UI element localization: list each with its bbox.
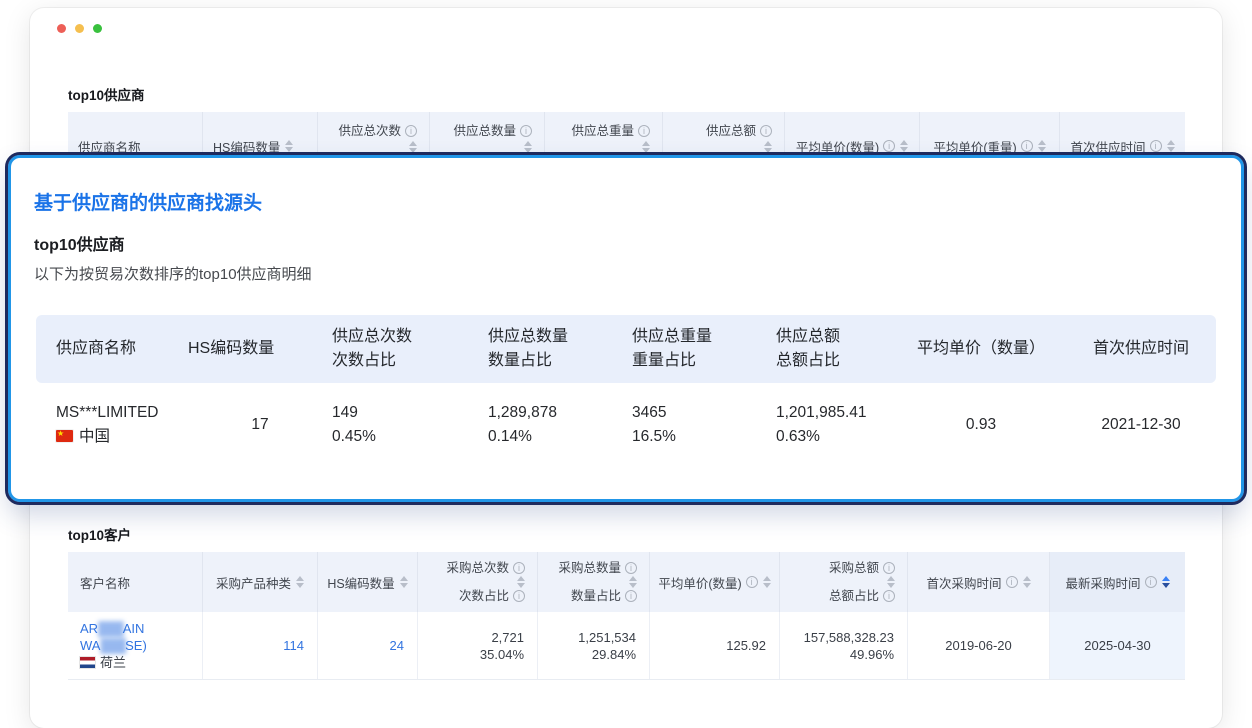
redacted-text: ███ <box>98 621 123 636</box>
sort-icon[interactable] <box>400 576 408 588</box>
info-icon[interactable] <box>625 590 637 602</box>
sort-icon[interactable] <box>1023 576 1031 588</box>
sort-icon[interactable] <box>1167 140 1175 152</box>
info-icon[interactable] <box>513 562 525 574</box>
sort-icon[interactable] <box>285 140 293 152</box>
sort-icon[interactable] <box>629 576 637 588</box>
purchase-times-cell: 2,721 35.04% <box>418 612 538 679</box>
sort-icon[interactable] <box>900 140 908 152</box>
hs-count-cell: 24 <box>318 612 418 679</box>
first-purchase-date-cell: 2019-06-20 <box>908 612 1050 679</box>
maximize-window-icon[interactable] <box>93 24 102 33</box>
sort-icon[interactable] <box>763 576 771 588</box>
sort-icon[interactable] <box>887 576 895 588</box>
product-types-value[interactable]: 114 <box>283 637 304 654</box>
supplier-country: 中国 <box>56 425 188 449</box>
info-icon[interactable] <box>1150 140 1162 152</box>
info-icon[interactable] <box>760 125 772 137</box>
window-controls <box>57 24 102 33</box>
sort-icon[interactable] <box>764 141 772 153</box>
latest-purchase-date-cell: 2025-04-30 <box>1050 612 1185 679</box>
sort-icon[interactable] <box>517 576 525 588</box>
info-icon[interactable] <box>1021 140 1033 152</box>
modal-section-title: top10供应商 <box>34 231 125 255</box>
col-supplier-name: 供应商名称 <box>36 315 188 383</box>
hs-count-cell: 17 <box>188 401 332 449</box>
close-window-icon[interactable] <box>57 24 66 33</box>
info-icon[interactable] <box>1145 576 1157 588</box>
col-avg-unit-price: 平均单价（数量） <box>896 315 1066 383</box>
info-icon[interactable] <box>625 562 637 574</box>
avg-unit-price-cell: 0.93 <box>896 401 1066 449</box>
info-icon[interactable] <box>513 590 525 602</box>
sort-icon[interactable] <box>296 576 304 588</box>
col-first-purchase-date[interactable]: 首次采购时间 <box>908 552 1050 612</box>
modal-table-header-row: 供应商名称 HS编码数量 供应总次数 次数占比 供应总数量 数量占比 供应总重量… <box>36 315 1216 383</box>
info-icon[interactable] <box>520 125 532 137</box>
col-purchase-quantity[interactable]: 采购总数量 数量占比 <box>538 552 650 612</box>
supplier-name-cell: MS***LIMITED 中国 <box>36 401 188 449</box>
col-product-types[interactable]: 采购产品种类 <box>203 552 318 612</box>
minimize-window-icon[interactable] <box>75 24 84 33</box>
redacted-text: ███ <box>100 638 125 653</box>
sort-icon-active[interactable] <box>1162 576 1170 588</box>
col-purchase-amount[interactable]: 采购总额 总额占比 <box>780 552 908 612</box>
customer-table-header-row: 客户名称 采购产品种类 HS编码数量 采购总次数 次数占比 采购总数量 <box>68 552 1185 612</box>
customer-name-link[interactable]: AR███AIN <box>80 620 202 637</box>
col-customer-name: 客户名称 <box>68 552 203 612</box>
col-hs-count: HS编码数量 <box>188 315 332 383</box>
first-supply-date-cell: 2021-12-30 <box>1066 401 1216 449</box>
customer-table-row: AR███AIN WA███SE) 荷兰 114 24 2,721 <box>68 612 1185 680</box>
supplier-section-title: top10供应商 <box>68 84 145 104</box>
customer-country: 荷兰 <box>80 654 202 671</box>
col-supply-quantity: 供应总数量 数量占比 <box>488 315 632 383</box>
col-purchase-times[interactable]: 采购总次数 次数占比 <box>418 552 538 612</box>
modal-table-row: MS***LIMITED 中国 17 149 0.45% 1,289,878 0… <box>36 401 1216 449</box>
netherlands-flag-icon <box>80 657 95 668</box>
col-latest-purchase-date[interactable]: 最新采购时间 <box>1050 552 1185 612</box>
purchase-amount-cell: 157,588,328.23 49.96% <box>780 612 908 679</box>
modal-description: 以下为按贸易次数排序的top10供应商明细 <box>34 263 312 284</box>
sort-icon[interactable] <box>1038 140 1046 152</box>
info-icon[interactable] <box>638 125 650 137</box>
info-icon[interactable] <box>746 576 758 588</box>
col-supply-amount: 供应总额 总额占比 <box>776 315 896 383</box>
col-avg-unit-price[interactable]: 平均单价(数量) <box>650 552 780 612</box>
sort-icon[interactable] <box>524 141 532 153</box>
china-flag-icon <box>56 430 73 442</box>
sort-icon[interactable] <box>409 141 417 153</box>
customer-section-title: top10客户 <box>68 524 131 544</box>
supply-amount-cell: 1,201,985.41 0.63% <box>776 401 896 449</box>
sort-icon[interactable] <box>642 141 650 153</box>
product-types-cell: 114 <box>203 612 318 679</box>
customer-name-cell[interactable]: AR███AIN WA███SE) 荷兰 <box>68 612 203 679</box>
col-supply-weight: 供应总重量 重量占比 <box>632 315 776 383</box>
supply-quantity-cell: 1,289,878 0.14% <box>488 401 632 449</box>
info-icon[interactable] <box>883 590 895 602</box>
info-icon[interactable] <box>1006 576 1018 588</box>
info-icon[interactable] <box>405 125 417 137</box>
hs-count-value[interactable]: 24 <box>390 637 404 654</box>
supplier-trace-modal: 基于供应商的供应商找源头 top10供应商 以下为按贸易次数排序的top10供应… <box>8 155 1244 502</box>
info-icon[interactable] <box>883 562 895 574</box>
info-icon[interactable] <box>883 140 895 152</box>
supplier-name: MS***LIMITED <box>56 401 188 425</box>
supply-times-cell: 149 0.45% <box>332 401 488 449</box>
purchase-quantity-cell: 1,251,534 29.84% <box>538 612 650 679</box>
screen: top10供应商 供应商名称 HS编码数量 供应总次数 供应总数量 供应总重量 <box>0 0 1252 728</box>
modal-title: 基于供应商的供应商找源头 <box>34 188 262 215</box>
col-supply-times: 供应总次数 次数占比 <box>332 315 488 383</box>
avg-unit-price-cell: 125.92 <box>650 612 780 679</box>
col-first-supply-date: 首次供应时间 <box>1066 315 1216 383</box>
customer-table: 客户名称 采购产品种类 HS编码数量 采购总次数 次数占比 采购总数量 <box>68 552 1185 680</box>
customer-name-link[interactable]: WA███SE) <box>80 637 202 654</box>
supply-weight-cell: 3465 16.5% <box>632 401 776 449</box>
col-hs-count[interactable]: HS编码数量 <box>318 552 418 612</box>
